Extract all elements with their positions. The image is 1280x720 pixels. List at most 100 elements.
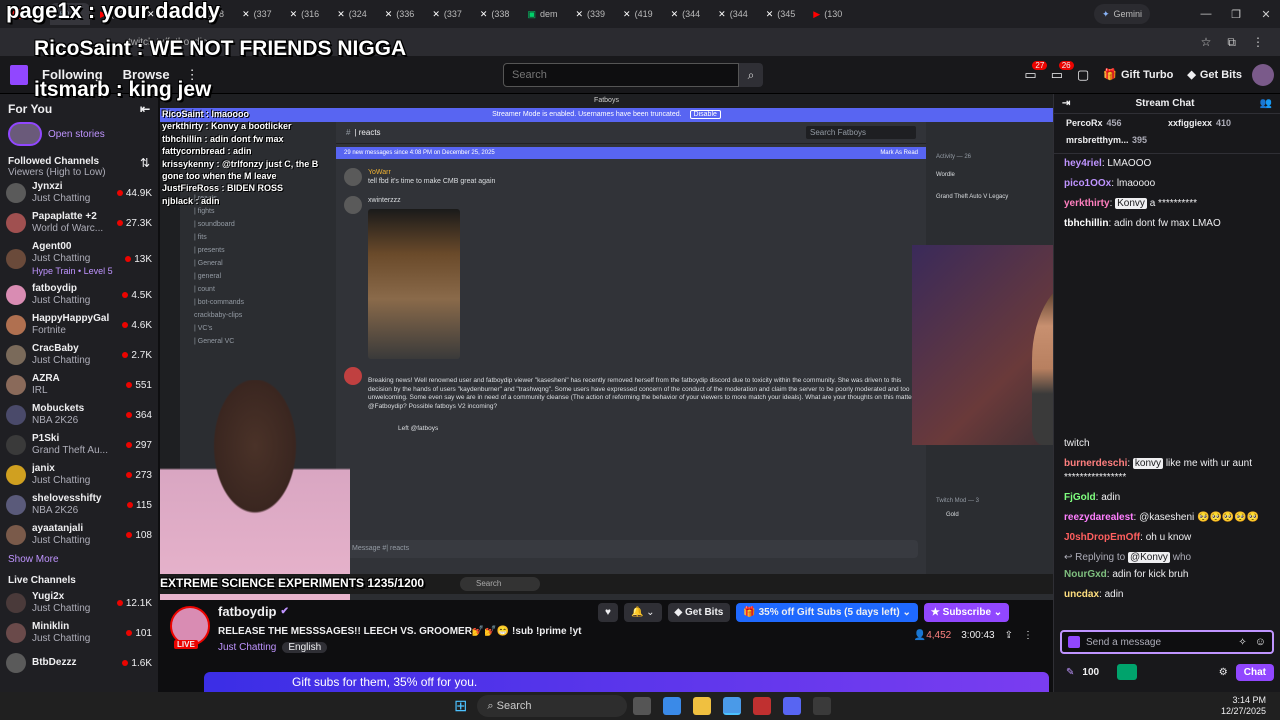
browser-tab[interactable]: ✕ (337 — [234, 3, 280, 25]
channel-item[interactable]: Miniklin Just Chatting 101 — [0, 618, 158, 648]
follow-heart-icon[interactable]: ♥ — [598, 603, 618, 622]
rewards-icon[interactable] — [1117, 664, 1138, 680]
chrome-icon[interactable] — [723, 697, 742, 715]
obs-icon[interactable] — [753, 697, 772, 715]
browser-tab[interactable]: ✕ (344 — [710, 3, 756, 25]
stories-row[interactable]: Open stories — [0, 120, 158, 148]
browser-tab[interactable]: ✕ (345 — [758, 3, 804, 25]
gift-subs-button[interactable]: 🎁 35% off Gift Subs (5 days left) ⌄ — [736, 603, 918, 622]
close-window-icon[interactable]: ✕ — [1252, 8, 1280, 21]
leader-item[interactable]: mrsbretthym... 395 — [1066, 135, 1162, 150]
browser-tab[interactable]: ✕ (338 — [472, 3, 518, 25]
channel-item[interactable]: Yugi2x Just Chatting 12.1K — [0, 588, 158, 618]
chat-username[interactable]: uncdax — [1064, 589, 1099, 600]
leader-item[interactable]: PercoRx 456 — [1066, 118, 1162, 133]
notification-bell-icon[interactable]: 🔔 ⌄ — [623, 603, 662, 622]
channel-item[interactable]: P1Ski Grand Theft Au... 297 — [0, 430, 158, 460]
channel-item[interactable]: Mobuckets NBA 2K26 364 — [0, 400, 158, 430]
discord-channel[interactable]: crackbaby-clips — [180, 309, 332, 322]
notifications-icon[interactable]: ▢ — [1077, 67, 1089, 83]
channel-item[interactable]: fatboydip Just Chatting 4.5K — [0, 280, 158, 310]
chat-username[interactable]: yerkthirty — [1064, 198, 1110, 209]
app-icon[interactable] — [813, 697, 832, 715]
windows-search[interactable]: ⌕ Search — [477, 695, 628, 717]
discord-channel[interactable]: | fits — [180, 231, 332, 244]
discord-channel[interactable]: | VC's — [180, 322, 332, 335]
more-options-icon[interactable]: ⋮ — [1023, 630, 1033, 641]
clock[interactable]: 3:14 PM 12/27/2025 — [1221, 695, 1266, 717]
show-more-link[interactable]: Show More — [0, 550, 158, 569]
discord-channel[interactable]: | bot-commands — [180, 296, 332, 309]
twitch-logo-icon[interactable] — [10, 64, 28, 85]
category-link[interactable]: Just Chatting — [218, 642, 276, 653]
chat-settings-icon[interactable]: ⚙ — [1219, 667, 1228, 678]
browser-tab[interactable]: ▣ dem — [519, 3, 565, 25]
channel-item[interactable]: Agent00 Just Chatting Hype Train • Level 5… — [0, 238, 158, 280]
chat-username[interactable]: reezydarealest — [1064, 512, 1134, 523]
sort-icon[interactable]: ⇅ — [140, 156, 150, 178]
language-tag[interactable]: English — [282, 642, 328, 653]
chat-username[interactable]: tbhchillin — [1064, 218, 1108, 229]
discord-icon[interactable] — [783, 697, 802, 715]
channel-points-icon[interactable]: ✎ — [1066, 667, 1074, 678]
open-stories-link[interactable]: Open stories — [48, 129, 105, 140]
browser-tab[interactable]: ✕ (336 — [377, 3, 423, 25]
browser-tab[interactable]: ✕ (337 — [424, 3, 470, 25]
chat-username[interactable]: pico1OOx — [1064, 178, 1111, 189]
chat-mention[interactable]: konvy — [1132, 458, 1164, 469]
leader-item[interactable]: xxfiggiexx 410 — [1168, 118, 1264, 133]
menu-dots-icon[interactable]: ⋮ — [1252, 35, 1264, 49]
channel-item[interactable]: Jynxzi Just Chatting 44.9K — [0, 178, 158, 208]
mark-read-button[interactable]: Mark As Read — [880, 150, 918, 156]
search-input[interactable] — [503, 63, 739, 87]
chat-username[interactable]: FjGold — [1064, 492, 1096, 503]
stream-get-bits-button[interactable]: ◆ Get Bits — [667, 603, 731, 622]
collapse-chat-icon[interactable]: ⇥ — [1062, 98, 1070, 109]
discord-channel[interactable]: | count — [180, 283, 332, 296]
copilot-icon[interactable] — [663, 697, 682, 715]
chat-input-box[interactable]: Send a message ✧ ☺ — [1060, 630, 1274, 654]
channel-item[interactable]: shelovesshifty NBA 2K26 115 — [0, 490, 158, 520]
file-explorer-icon[interactable] — [693, 697, 712, 715]
search-button[interactable]: ⌕ — [739, 63, 763, 87]
reply-mention[interactable]: @Konvy — [1127, 552, 1170, 563]
whispers-icon[interactable]: ▭ 26 — [1051, 60, 1074, 83]
gift-subs-banner[interactable]: Gift subs for them, 35% off for you. — [204, 672, 1049, 692]
collapse-icon[interactable]: ⇤ — [140, 102, 150, 116]
gift-turbo-button[interactable]: 🎁 Gift Turbo — [1103, 68, 1173, 82]
chat-users-icon[interactable]: 👥 — [1260, 98, 1272, 109]
maximize-icon[interactable]: ❐ — [1222, 8, 1250, 21]
disable-button[interactable]: Disable — [689, 110, 721, 119]
channel-item[interactable]: HappyHappyGal Fortnite 4.6K — [0, 310, 158, 340]
channel-item[interactable]: ayaatanjali Just Chatting 108 — [0, 520, 158, 550]
discord-message-input[interactable]: Message #| reacts — [344, 540, 918, 558]
browser-tab[interactable]: ✕ (324 — [329, 3, 375, 25]
chat-username[interactable]: hey4riel — [1064, 158, 1102, 169]
channel-item[interactable]: CracBaby Just Chatting 2.7K — [0, 340, 158, 370]
browser-tab[interactable]: ✕ (316 — [282, 3, 328, 25]
discord-channel[interactable]: | General VC — [180, 335, 332, 348]
chat-send-button[interactable]: Chat — [1235, 663, 1274, 681]
channel-item[interactable]: janix Just Chatting 273 — [0, 460, 158, 490]
chat-username[interactable]: J0shDropEmOff — [1064, 532, 1140, 543]
discord-channel[interactable]: | general — [180, 270, 332, 283]
get-bits-button[interactable]: ◆ Get Bits — [1187, 68, 1242, 82]
inbox-icon[interactable]: ▭ 27 — [1024, 60, 1048, 83]
food-image[interactable] — [368, 209, 460, 359]
extensions-icon[interactable]: ⧉ — [1227, 35, 1236, 50]
browser-tab[interactable]: ✕ (419 — [615, 3, 661, 25]
windows-start-icon[interactable]: ⊞ — [454, 696, 467, 716]
chat-username[interactable]: NourGxd — [1064, 569, 1107, 580]
browser-tab[interactable]: ✕ (344 — [663, 3, 709, 25]
channel-item[interactable]: AZRA IRL 551 — [0, 370, 158, 400]
task-view-icon[interactable] — [633, 697, 652, 715]
emote-icon[interactable]: ☺ — [1255, 636, 1266, 648]
share-icon[interactable]: ⇪ — [1005, 630, 1013, 641]
minimize-icon[interactable]: — — [1192, 8, 1220, 20]
channel-item[interactable]: BtbDezzz 1.6K — [0, 648, 158, 678]
bits-chat-icon[interactable]: ✧ — [1238, 637, 1246, 648]
browser-tab[interactable]: ✕ (339 — [567, 3, 613, 25]
user-avatar[interactable] — [1252, 63, 1274, 86]
chat-mention[interactable]: Konvy — [1115, 198, 1147, 209]
discord-channel[interactable]: | General — [180, 257, 332, 270]
